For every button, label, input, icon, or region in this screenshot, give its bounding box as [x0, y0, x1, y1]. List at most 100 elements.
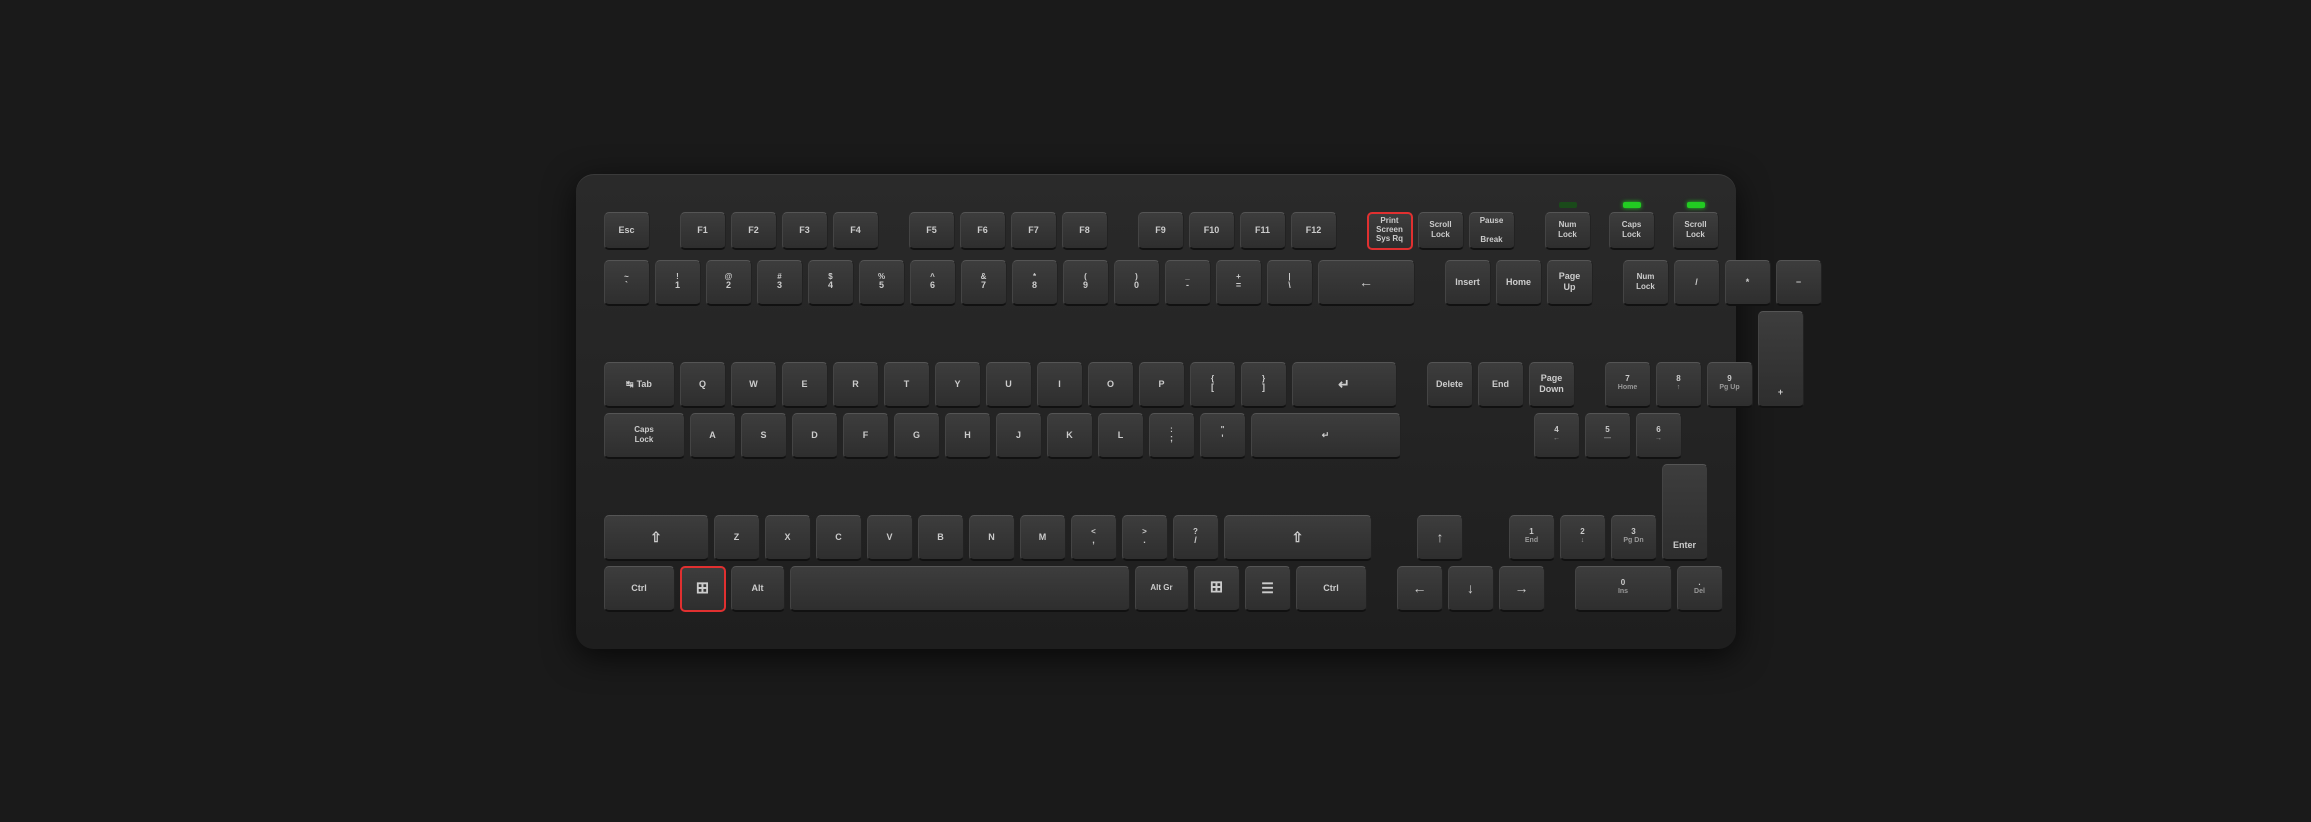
- key-rbracket[interactable]: }]: [1241, 362, 1287, 408]
- key-enter2[interactable]: ↵: [1251, 413, 1401, 459]
- key-kp-7[interactable]: 7Home: [1605, 362, 1651, 408]
- key-space[interactable]: [790, 566, 1130, 612]
- key-quote[interactable]: "': [1200, 413, 1246, 459]
- key-prtscr[interactable]: PrintScreenSys Rq: [1367, 212, 1413, 250]
- key-o[interactable]: O: [1088, 362, 1134, 408]
- key-4[interactable]: $4: [808, 260, 854, 306]
- key-left[interactable]: ←: [1397, 566, 1443, 612]
- key-backslash[interactable]: |\: [1267, 260, 1313, 306]
- key-b[interactable]: B: [918, 515, 964, 561]
- key-lwin[interactable]: ⊞: [680, 566, 726, 612]
- key-kp-minus[interactable]: −: [1776, 260, 1822, 306]
- key-insert[interactable]: Insert: [1445, 260, 1491, 306]
- key-kp-0[interactable]: 0Ins: [1575, 566, 1672, 612]
- key-lbracket[interactable]: {[: [1190, 362, 1236, 408]
- key-3[interactable]: #3: [757, 260, 803, 306]
- key-f10[interactable]: F10: [1189, 212, 1235, 250]
- key-kp-8[interactable]: 8↑: [1656, 362, 1702, 408]
- key-c[interactable]: C: [816, 515, 862, 561]
- key-f3[interactable]: F3: [782, 212, 828, 250]
- key-rwin[interactable]: ⊞: [1194, 566, 1240, 612]
- key-capslk-indicator[interactable]: CapsLock: [1609, 212, 1655, 250]
- key-tab[interactable]: ↹Tab: [604, 362, 675, 408]
- key-rctrl[interactable]: Ctrl: [1296, 566, 1367, 612]
- key-f5[interactable]: F5: [909, 212, 955, 250]
- key-scrlk[interactable]: ScrollLock: [1418, 212, 1464, 250]
- key-h[interactable]: H: [945, 413, 991, 459]
- key-g[interactable]: G: [894, 413, 940, 459]
- key-1[interactable]: !1: [655, 260, 701, 306]
- key-5[interactable]: %5: [859, 260, 905, 306]
- key-menu[interactable]: ☰: [1245, 566, 1291, 612]
- key-capslock[interactable]: CapsLock: [604, 413, 685, 459]
- key-6[interactable]: ^6: [910, 260, 956, 306]
- key-enter[interactable]: ↵: [1292, 362, 1397, 408]
- key-kp-plus[interactable]: +: [1758, 311, 1804, 408]
- key-period[interactable]: >.: [1122, 515, 1168, 561]
- key-y[interactable]: Y: [935, 362, 981, 408]
- key-a[interactable]: A: [690, 413, 736, 459]
- key-t[interactable]: T: [884, 362, 930, 408]
- key-numlk-indicator[interactable]: NumLock: [1545, 212, 1591, 250]
- key-lshift[interactable]: ⇧: [604, 515, 709, 561]
- key-tilde[interactable]: ~`: [604, 260, 650, 306]
- key-p[interactable]: P: [1139, 362, 1185, 408]
- key-m[interactable]: M: [1020, 515, 1066, 561]
- key-7[interactable]: &7: [961, 260, 1007, 306]
- key-d[interactable]: D: [792, 413, 838, 459]
- key-rshift[interactable]: ⇧: [1224, 515, 1372, 561]
- key-f9[interactable]: F9: [1138, 212, 1184, 250]
- key-slash[interactable]: ?/: [1173, 515, 1219, 561]
- key-i[interactable]: I: [1037, 362, 1083, 408]
- key-l[interactable]: L: [1098, 413, 1144, 459]
- key-semicolon[interactable]: :;: [1149, 413, 1195, 459]
- key-up[interactable]: ↑: [1417, 515, 1463, 561]
- key-f8[interactable]: F8: [1062, 212, 1108, 250]
- key-kp-9[interactable]: 9Pg Up: [1707, 362, 1753, 408]
- key-kp-star[interactable]: *: [1725, 260, 1771, 306]
- key-kp-slash[interactable]: /: [1674, 260, 1720, 306]
- key-numlk[interactable]: NumLock: [1623, 260, 1669, 306]
- key-r[interactable]: R: [833, 362, 879, 408]
- key-esc[interactable]: Esc: [604, 212, 650, 250]
- key-u[interactable]: U: [986, 362, 1032, 408]
- key-delete[interactable]: Delete: [1427, 362, 1473, 408]
- key-kp-6[interactable]: 6→: [1636, 413, 1682, 459]
- key-lctrl[interactable]: Ctrl: [604, 566, 675, 612]
- key-w[interactable]: W: [731, 362, 777, 408]
- key-kp-2[interactable]: 2↓: [1560, 515, 1606, 561]
- key-lalt[interactable]: Alt: [731, 566, 785, 612]
- key-comma[interactable]: <,: [1071, 515, 1117, 561]
- key-2[interactable]: @2: [706, 260, 752, 306]
- key-s[interactable]: S: [741, 413, 787, 459]
- key-right[interactable]: →: [1499, 566, 1545, 612]
- key-f7[interactable]: F7: [1011, 212, 1057, 250]
- key-j[interactable]: J: [996, 413, 1042, 459]
- key-kp-5[interactable]: 5—: [1585, 413, 1631, 459]
- key-scrolllk-indicator[interactable]: ScrollLock: [1673, 212, 1719, 250]
- key-n[interactable]: N: [969, 515, 1015, 561]
- key-q[interactable]: Q: [680, 362, 726, 408]
- key-down[interactable]: ↓: [1448, 566, 1494, 612]
- key-minus[interactable]: _-: [1165, 260, 1211, 306]
- key-home[interactable]: Home: [1496, 260, 1542, 306]
- key-8[interactable]: *8: [1012, 260, 1058, 306]
- key-pgup[interactable]: PageUp: [1547, 260, 1593, 306]
- key-f2[interactable]: F2: [731, 212, 777, 250]
- key-9[interactable]: (9: [1063, 260, 1109, 306]
- key-kp-dot[interactable]: .Del: [1677, 566, 1723, 612]
- key-z[interactable]: Z: [714, 515, 760, 561]
- key-e[interactable]: E: [782, 362, 828, 408]
- key-pgdn[interactable]: PageDown: [1529, 362, 1575, 408]
- key-x[interactable]: X: [765, 515, 811, 561]
- key-end[interactable]: End: [1478, 362, 1524, 408]
- key-ralt[interactable]: Alt Gr: [1135, 566, 1189, 612]
- key-f12[interactable]: F12: [1291, 212, 1337, 250]
- key-pause[interactable]: PauseBreak: [1469, 212, 1515, 250]
- key-f11[interactable]: F11: [1240, 212, 1286, 250]
- key-f4[interactable]: F4: [833, 212, 879, 250]
- key-kp-4[interactable]: 4←: [1534, 413, 1580, 459]
- key-kp-1[interactable]: 1End: [1509, 515, 1555, 561]
- key-v[interactable]: V: [867, 515, 913, 561]
- key-kp-enter[interactable]: Enter: [1662, 464, 1708, 561]
